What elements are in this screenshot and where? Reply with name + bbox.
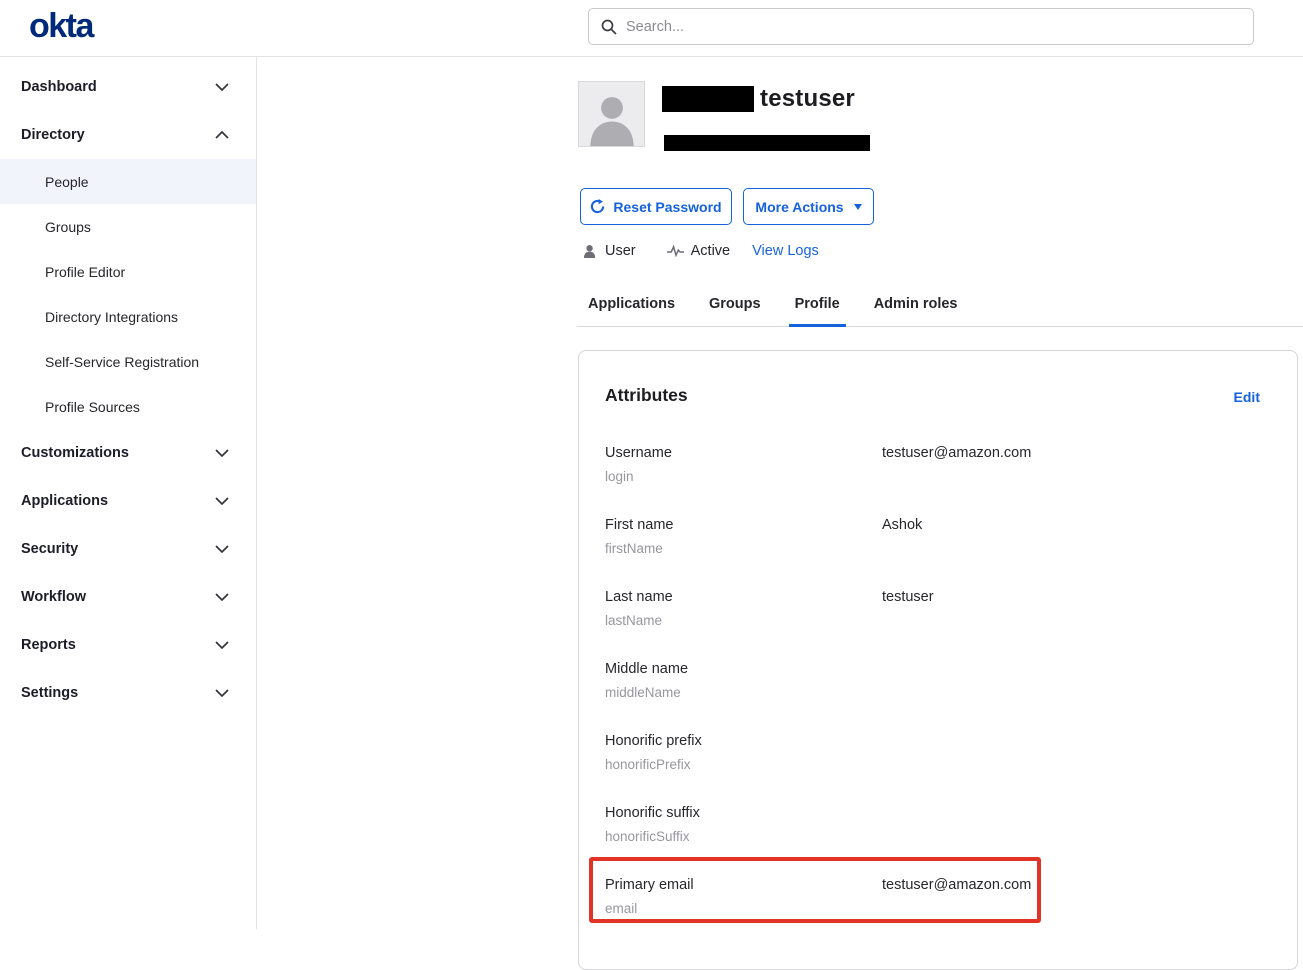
attribute-label: Username — [605, 445, 672, 461]
attribute-value: testuser — [882, 589, 934, 605]
sidebar-item-label: Workflow — [21, 589, 86, 605]
sidebar-item-label: Reports — [21, 637, 76, 653]
attributes-card: Attributes Edit Username login testuser@… — [578, 350, 1298, 970]
tab-groups[interactable]: Groups — [703, 296, 767, 327]
user-avatar — [578, 81, 645, 147]
attribute-rows: Username login testuser@amazon.com First… — [579, 445, 1297, 949]
user-type-label: User — [605, 243, 636, 259]
attribute-value: Ashok — [882, 517, 922, 533]
attribute-label: Honorific suffix — [605, 805, 700, 821]
more-actions-label: More Actions — [755, 199, 843, 215]
attribute-key: firstName — [605, 541, 663, 556]
reset-password-label: Reset Password — [613, 199, 721, 215]
status-label: Active — [691, 243, 731, 259]
chevron-down-icon — [215, 497, 229, 505]
user-icon — [583, 244, 598, 258]
sidebar-item-people[interactable]: People — [0, 159, 256, 204]
sidebar-item-applications[interactable]: Applications — [0, 477, 256, 525]
attribute-label: Middle name — [605, 661, 688, 677]
attribute-label: Honorific prefix — [605, 733, 702, 749]
sidebar-item-settings[interactable]: Settings — [0, 669, 256, 717]
main-content: testuser Reset Password More Actions Use… — [257, 57, 1303, 929]
redacted-first-name-block — [662, 86, 754, 112]
edit-attributes-link[interactable]: Edit — [1234, 389, 1260, 405]
chevron-down-icon — [215, 689, 229, 697]
sidebar-item-workflow[interactable]: Workflow — [0, 573, 256, 621]
sidebar-item-label: Directory Integrations — [45, 309, 178, 325]
attribute-row-primary-email: Primary email email testuser@amazon.com — [579, 877, 1297, 949]
pulse-icon — [667, 245, 684, 257]
profile-tabs: Applications Groups Profile Admin roles — [582, 296, 964, 327]
sidebar-item-label: Security — [21, 541, 78, 557]
attribute-key: lastName — [605, 613, 662, 628]
sidebar-item-profile-editor[interactable]: Profile Editor — [0, 249, 256, 294]
sidebar-item-label: Self-Service Registration — [45, 354, 199, 370]
attributes-card-title: Attributes — [605, 385, 688, 406]
attribute-value: testuser@amazon.com — [882, 445, 1031, 461]
attribute-label: Last name — [605, 589, 673, 605]
sidebar-item-dashboard[interactable]: Dashboard — [0, 63, 256, 111]
tab-admin-roles[interactable]: Admin roles — [868, 296, 964, 327]
caret-down-icon — [854, 204, 862, 210]
user-type-badge: User — [583, 243, 636, 259]
user-status-row: User Active View Logs — [583, 242, 819, 260]
attribute-row-first-name: First name firstName Ashok — [579, 517, 1297, 589]
more-actions-button[interactable]: More Actions — [743, 188, 874, 225]
chevron-down-icon — [215, 83, 229, 91]
attribute-row-middle-name: Middle name middleName — [579, 661, 1297, 733]
redacted-email-block — [664, 135, 870, 151]
attribute-key: honorificSuffix — [605, 829, 690, 844]
attribute-row-username: Username login testuser@amazon.com — [579, 445, 1297, 517]
chevron-down-icon — [215, 593, 229, 601]
person-silhouette-icon — [583, 88, 641, 146]
sidebar-item-customizations[interactable]: Customizations — [0, 429, 256, 477]
tab-profile[interactable]: Profile — [789, 296, 846, 327]
chevron-down-icon — [215, 641, 229, 649]
sidebar-item-reports[interactable]: Reports — [0, 621, 256, 669]
sidebar-item-label: Profile Editor — [45, 264, 125, 280]
sidebar-item-label: Applications — [21, 493, 108, 509]
attribute-key: middleName — [605, 685, 681, 700]
attribute-label: First name — [605, 517, 674, 533]
attribute-row-last-name: Last name lastName testuser — [579, 589, 1297, 661]
sidebar-item-security[interactable]: Security — [0, 525, 256, 573]
attribute-label: Primary email — [605, 877, 694, 893]
sidebar-item-label: Groups — [45, 219, 91, 235]
attribute-row-honorific-suffix: Honorific suffix honorificSuffix — [579, 805, 1297, 877]
okta-logo[interactable]: okta — [29, 7, 93, 46]
sidebar-item-label: Profile Sources — [45, 399, 140, 415]
attribute-row-honorific-prefix: Honorific prefix honorificPrefix — [579, 733, 1297, 805]
chevron-up-icon — [215, 131, 229, 139]
chevron-down-icon — [215, 545, 229, 553]
attribute-value: testuser@amazon.com — [882, 877, 1031, 893]
attribute-key: email — [605, 901, 637, 916]
sidebar-nav: Dashboard Directory People Groups Profil… — [0, 57, 257, 929]
sidebar-item-label: Customizations — [21, 445, 129, 461]
attribute-key: login — [605, 469, 634, 484]
app-header: okta — [0, 0, 1303, 57]
sidebar-item-self-service-registration[interactable]: Self-Service Registration — [0, 339, 256, 384]
tab-applications[interactable]: Applications — [582, 296, 681, 327]
sidebar-item-label: Dashboard — [21, 79, 97, 95]
sidebar-item-groups[interactable]: Groups — [0, 204, 256, 249]
status-badge: Active — [667, 243, 731, 259]
sidebar-item-label: Directory — [21, 127, 85, 143]
reset-password-button[interactable]: Reset Password — [580, 188, 732, 225]
search-input[interactable] — [626, 19, 1241, 35]
refresh-icon — [590, 199, 605, 214]
sidebar-item-profile-sources[interactable]: Profile Sources — [0, 384, 256, 429]
search-icon — [601, 19, 617, 35]
global-search[interactable] — [588, 8, 1254, 45]
sidebar-item-directory[interactable]: Directory — [0, 111, 256, 159]
sidebar-item-label: People — [45, 174, 89, 190]
sidebar-item-label: Settings — [21, 685, 78, 701]
attribute-key: honorificPrefix — [605, 757, 691, 772]
view-logs-link[interactable]: View Logs — [752, 243, 819, 259]
user-display-name: testuser — [760, 85, 855, 113]
sidebar-item-directory-integrations[interactable]: Directory Integrations — [0, 294, 256, 339]
chevron-down-icon — [215, 449, 229, 457]
